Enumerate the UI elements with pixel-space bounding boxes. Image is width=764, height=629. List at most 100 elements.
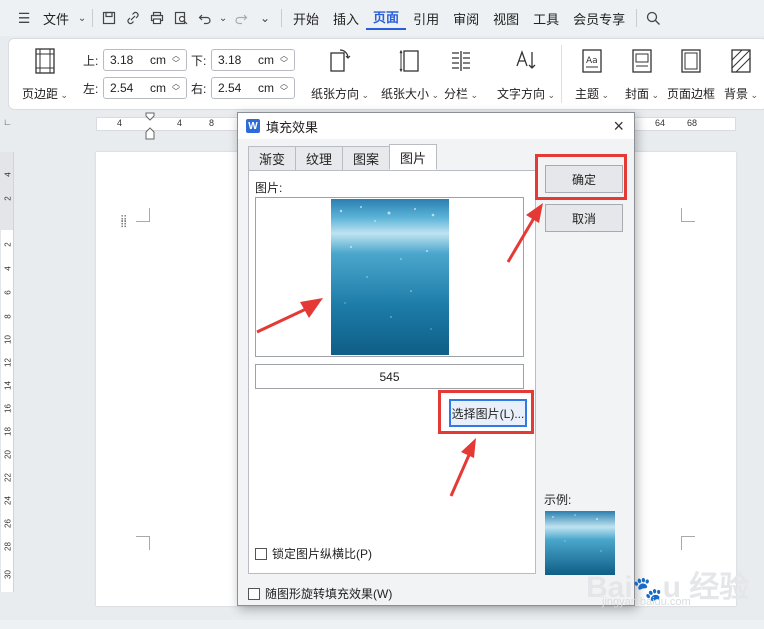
close-icon[interactable]: × <box>613 116 624 137</box>
margin-right-unit: cm <box>258 81 274 95</box>
ruler-tick: 2 <box>3 242 13 247</box>
columns-label: 分栏 <box>433 85 489 102</box>
page-border-button[interactable]: 页面边框 <box>661 47 721 102</box>
page-border-label: 页面边框 <box>666 87 715 101</box>
ruler-corner-icon: ∟ <box>3 117 12 127</box>
cancel-button[interactable]: 取消 <box>545 204 623 232</box>
margin-left-label: 左: <box>83 81 99 96</box>
chevron-down-icon[interactable]: ⌄ <box>217 6 229 30</box>
orientation-label: 纸张方向 <box>301 85 379 102</box>
dialog-tabs: 渐变 纹理 图案 图片 <box>248 144 438 170</box>
undo-icon[interactable] <box>193 6 217 30</box>
text-direction-button[interactable]: 文字方向 <box>487 47 565 102</box>
ruler-tick: 64 <box>655 118 666 128</box>
spinner-icon[interactable]: ︿ ﹀ <box>172 80 180 96</box>
dialog-title-bar[interactable]: W 填充效果 <box>238 113 634 139</box>
margin-right-value: 2.54 <box>218 81 242 95</box>
ruler-tick: 2 <box>3 196 13 201</box>
theme-button[interactable]: Aa 主题 <box>565 47 619 102</box>
ribbon-separator <box>561 45 562 103</box>
page-border-icon <box>661 47 721 75</box>
background-button[interactable]: 背景 <box>717 47 764 102</box>
theme-icon: Aa <box>565 47 619 75</box>
spinner-icon[interactable]: ︿ ﹀ <box>172 52 180 68</box>
margin-right-row: 右: 2.54 cm ︿ ﹀ <box>191 77 295 99</box>
margin-bottom-input[interactable]: 3.18 cm ︿ ﹀ <box>211 49 295 71</box>
picture-label: 图片: <box>255 181 283 195</box>
wps-logo-icon: W <box>246 119 260 133</box>
page-corner-mark <box>136 208 150 222</box>
drag-handle-icon[interactable]: ⠿ ⠿ <box>120 216 127 231</box>
separator <box>281 9 283 27</box>
ruler-tick: 16 <box>3 404 13 413</box>
ruler-tick: 6 <box>3 290 13 295</box>
vertical-ruler[interactable]: 4 2 2 4 6 8 10 12 14 16 18 20 22 24 26 2… <box>0 152 14 592</box>
background-label: 背景 <box>717 85 764 102</box>
tab-gradient[interactable]: 渐变 <box>248 146 297 170</box>
margins-icon <box>15 47 75 75</box>
print-icon[interactable] <box>145 6 169 30</box>
picture-preview-frame <box>255 197 524 357</box>
menu-page[interactable]: 页面 <box>366 7 407 30</box>
chevron-down-icon[interactable]: ⌄ <box>76 6 88 30</box>
background-icon <box>717 47 764 75</box>
orientation-button[interactable]: 纸张方向 <box>301 47 379 102</box>
rotate-with-shape-checkbox[interactable]: 随图形旋转填充效果(W) <box>248 585 392 602</box>
spinner-icon[interactable]: ︿ ﹀ <box>280 80 288 96</box>
tab-picture[interactable]: 图片 <box>389 144 438 170</box>
theme-label: 主题 <box>565 85 619 102</box>
columns-button[interactable]: 分栏 <box>433 47 489 102</box>
spinner-icon[interactable]: ︿ ﹀ <box>280 52 288 68</box>
orientation-icon <box>301 47 379 75</box>
highlight-select-picture <box>438 390 534 434</box>
ribbon-toolbar: 页边距 上: 3.18 cm ︿﹀ 下: 3.18 cm ︿﹀ 左: 2.54 … <box>8 38 764 110</box>
menu-tools[interactable]: 工具 <box>526 9 566 28</box>
menu-start[interactable]: 开始 <box>286 9 326 28</box>
hamburger-menu-icon[interactable]: ☰ <box>12 6 36 30</box>
menu-view[interactable]: 视图 <box>486 9 526 28</box>
margin-left-row: 左: 2.54 cm ︿ ﹀ <box>83 77 187 99</box>
link-icon[interactable] <box>121 6 145 30</box>
redo-icon[interactable] <box>229 6 253 30</box>
ruler-tick: 30 <box>3 570 13 579</box>
margins-label: 页边距 <box>15 85 75 102</box>
separator <box>92 9 94 27</box>
highlight-ok-button <box>535 154 627 200</box>
page-corner-mark <box>136 536 150 550</box>
search-icon[interactable] <box>641 6 665 30</box>
chevron-down-icon[interactable]: ⌄ <box>253 6 277 30</box>
svg-text:Aa: Aa <box>586 56 598 66</box>
ruler-tick: 10 <box>3 335 13 344</box>
text-direction-label: 文字方向 <box>487 85 565 102</box>
checkbox-box[interactable] <box>255 547 267 560</box>
indent-marker-icon[interactable] <box>145 112 155 140</box>
tab-texture[interactable]: 纹理 <box>295 146 344 170</box>
watermark-url: jingyan.baidu.com <box>602 596 691 608</box>
ruler-tick: 12 <box>3 358 13 367</box>
menu-file[interactable]: 文件 <box>36 9 76 28</box>
picture-tab-panel: 图片: 545 选择图片(L)... 锁定图片纵横比(P) <box>248 170 536 574</box>
lock-aspect-ratio-label: 锁定图片纵横比(P) <box>272 547 372 561</box>
margins-button[interactable]: 页边距 <box>15 47 75 102</box>
ruler-tick: 20 <box>3 450 13 459</box>
lock-aspect-ratio-checkbox[interactable]: 锁定图片纵横比(P) <box>255 545 372 562</box>
checkbox-box[interactable] <box>248 587 260 600</box>
menu-insert[interactable]: 插入 <box>326 9 366 28</box>
columns-icon <box>433 47 489 75</box>
separator <box>636 9 638 27</box>
ruler-tick: 4 <box>3 266 13 271</box>
save-icon[interactable] <box>97 6 121 30</box>
tab-pattern[interactable]: 图案 <box>342 146 391 170</box>
text-direction-icon <box>487 47 565 75</box>
menu-review[interactable]: 审阅 <box>446 9 486 28</box>
margin-bottom-unit: cm <box>258 53 274 67</box>
margin-left-unit: cm <box>150 81 166 95</box>
menu-member[interactable]: 会员专享 <box>566 9 632 28</box>
menu-bar: ☰ 文件 ⌄ ⌄ ⌄ 开始 插入 页面 引用 审阅 视图 工具 会员专享 <box>0 0 764 36</box>
margin-left-input[interactable]: 2.54 cm ︿ ﹀ <box>103 77 187 99</box>
print-preview-icon[interactable] <box>169 6 193 30</box>
margin-right-input[interactable]: 2.54 cm ︿ ﹀ <box>211 77 295 99</box>
margin-left-value: 2.54 <box>110 81 134 95</box>
menu-reference[interactable]: 引用 <box>406 9 446 28</box>
margin-top-input[interactable]: 3.18 cm ︿ ﹀ <box>103 49 187 71</box>
